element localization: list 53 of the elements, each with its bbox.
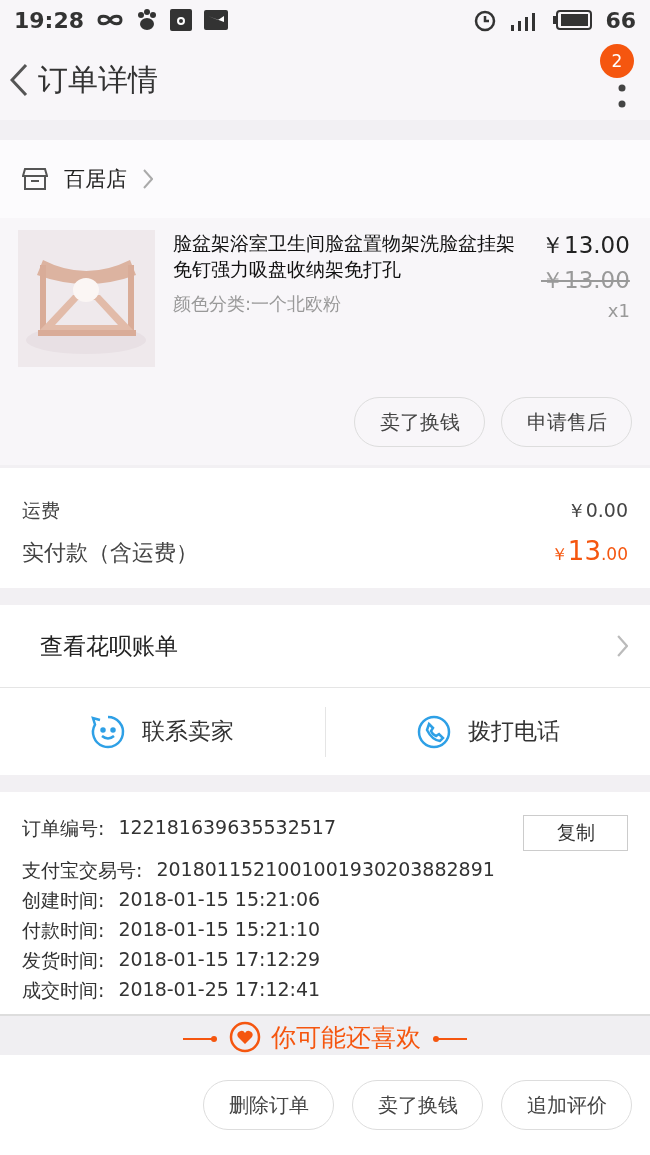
huabei-row[interactable]: 查看花呗账单 [0, 605, 650, 688]
page-title: 订单详情 [38, 60, 158, 99]
image-icon [204, 10, 229, 30]
paw-icon [136, 9, 159, 31]
more-icon[interactable] [618, 83, 626, 109]
notification-badge: 2 [600, 44, 634, 78]
status-time: 19:28 [14, 7, 85, 33]
info-label: 创建时间: [22, 888, 105, 913]
back-icon[interactable] [10, 63, 28, 97]
store-row[interactable]: 百居店 [0, 140, 650, 218]
contact-button[interactable]: 联系卖家 [142, 716, 235, 747]
shipping-fee: ￥0.00 [566, 498, 628, 523]
action-button[interactable]: 卖了换钱 [352, 1080, 483, 1130]
product-title[interactable]: 脸盆架浴室卫生间脸盆置物架洗脸盆挂架免钉强力吸盘收纳架免打孔 [173, 230, 523, 282]
action-button[interactable]: 卖了换钱 [354, 397, 485, 447]
info-label: 发货时间: [22, 948, 105, 973]
alarm-clock-icon [473, 8, 498, 32]
info-label: 付款时间: [22, 918, 105, 943]
chevron-right-icon [143, 169, 153, 189]
info-value: 2018-01-15 17:12:29 [118, 948, 321, 972]
leader-line [183, 1035, 219, 1043]
info-value: 122181639635532517 [118, 816, 336, 840]
copy-button[interactable]: 复制 [523, 815, 628, 851]
info-value: 2018-01-15 15:21:10 [118, 918, 321, 942]
product-variant: 颜色分类:一个北欧粉 [173, 292, 343, 316]
chat-face-icon [90, 713, 127, 750]
recommend-title: 你可能还喜欢 [271, 1022, 421, 1054]
contact-button[interactable]: 拨打电话 [467, 716, 560, 747]
info-label: 订单编号: [22, 816, 105, 841]
action-button[interactable]: 申请售后 [501, 397, 632, 447]
phone-icon [415, 713, 452, 750]
quantity: x1 [607, 300, 630, 321]
product-price: ￥13.00 [541, 231, 630, 260]
paid-label: 实付款（含运费） [22, 539, 198, 567]
info-value: 2018-01-15 15:21:06 [118, 888, 321, 912]
battery-icon [553, 9, 594, 31]
hotspot-icon [170, 9, 193, 31]
leader-line [431, 1035, 467, 1043]
original-price: ￥13.00 [541, 266, 630, 295]
action-button[interactable]: 追加评价 [501, 1080, 632, 1130]
store-name: 百居店 [64, 166, 127, 193]
huabei-label: 查看花呗账单 [40, 631, 179, 661]
action-button[interactable]: 删除订单 [203, 1080, 334, 1130]
info-value: 2018011521001001930203882891 [156, 858, 495, 882]
info-label: 支付宝交易号: [22, 858, 143, 883]
battery-percent: 66 [605, 7, 636, 33]
info-value: 2018-01-25 17:12:41 [118, 978, 321, 1002]
shipping-label: 运费 [22, 498, 60, 523]
info-label: 成交时间: [22, 978, 105, 1003]
chevron-right-icon [617, 635, 628, 657]
infinity-icon [96, 13, 125, 27]
store-icon [22, 167, 48, 191]
paid-amount: ￥13.00 [550, 536, 628, 566]
